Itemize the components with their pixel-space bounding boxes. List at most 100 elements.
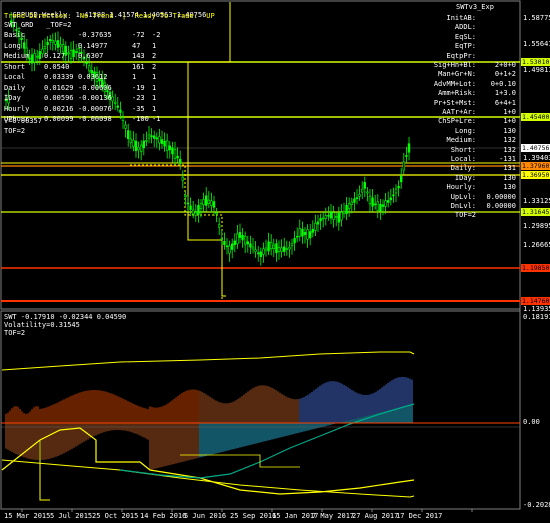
swt-row-label: IDay [4, 94, 21, 102]
candle-body [236, 233, 239, 245]
candle-body [207, 199, 210, 204]
swt-row-label: Basic [4, 31, 26, 39]
candle-body [269, 242, 273, 250]
candle-body [72, 49, 75, 57]
swt-row-v3: -72 [132, 31, 145, 39]
swt-row-label: Hourly [4, 104, 30, 113]
sub-axis-top: 0.18191 [523, 313, 550, 321]
price-level-tag: 1.53010 [521, 58, 550, 66]
candle-body [119, 109, 122, 113]
swt-row-v2: 0.14977 [78, 41, 108, 50]
trend-step-line [187, 2, 231, 297]
swt-row-v3: 143 [132, 52, 145, 60]
candle-body [189, 205, 192, 210]
candle-body [134, 140, 138, 152]
candle-body [306, 229, 309, 240]
price-level-tag: 1.31645 [521, 208, 550, 216]
swt-row-v2: -0.00136 [78, 94, 112, 102]
swt-row-label: Local [4, 73, 26, 81]
candle-body [267, 241, 270, 252]
candle-body [75, 51, 78, 53]
time-axis-label: 7 May 2017 [312, 512, 355, 520]
candle-body [282, 246, 286, 252]
price-level-tag: 1.37960 [521, 162, 550, 170]
volume-line: V=0.00357 [4, 117, 42, 125]
panel-value: 130 [503, 126, 516, 135]
swt-row-v2: 0.03612 [78, 73, 108, 81]
candle-body [345, 204, 348, 214]
candle-body [262, 248, 265, 255]
candle-body [324, 215, 327, 219]
candle-body [35, 55, 39, 58]
candle-body [56, 40, 60, 48]
panel-label: Pr+St+Mst: [433, 98, 476, 107]
panel-label: EqTP: [454, 42, 476, 51]
panel-label: Short: [450, 145, 476, 154]
candle-body [181, 176, 184, 181]
volatility-label: Volatility=0.31545 [4, 321, 80, 329]
swt-row-v3: -19 [132, 83, 145, 92]
swt-row-label: Medium [4, 52, 30, 60]
swt-row-v1: 0.00216 [44, 104, 74, 113]
price-level-tag: 1.14760 [521, 297, 550, 305]
panel-label: Medium: [446, 136, 476, 145]
candle-body [256, 252, 260, 255]
candle-body [140, 144, 143, 152]
candle-body [340, 212, 343, 221]
candle-body [215, 212, 218, 215]
candle-body [176, 155, 179, 159]
candle-body [405, 155, 408, 157]
candle-body [314, 223, 317, 231]
candle-body [223, 241, 226, 245]
candle-body [392, 194, 395, 197]
candle-body [192, 209, 195, 215]
price-level-tag: 1.40756 [521, 144, 550, 152]
candle-body [251, 246, 255, 250]
swt-row-v4: 1 [152, 94, 157, 102]
panel-label: Man+Gr+N: [438, 70, 476, 79]
candle-body [277, 247, 281, 252]
panel-value: 1+0 [503, 117, 516, 126]
candle-body [85, 62, 88, 65]
candle-body [199, 203, 203, 209]
panel-label: DnLvl: [450, 202, 476, 210]
swt-row-v4: 2 [152, 52, 157, 60]
panel-label: ChSP+Lre: [438, 117, 476, 126]
candle-body [402, 161, 405, 171]
swt-row-v4: 1 [152, 104, 157, 113]
swt-row-v3: -23 [132, 94, 145, 102]
swt-row-label: Long [4, 41, 21, 50]
candle-body [33, 53, 36, 63]
time-axis-label: 15 Mar 2015 [4, 512, 51, 520]
time-axis-label: 25 Sep 2016 [230, 512, 277, 520]
sub-window-title: SWT -0.17910 -0.02344 0.04590 [4, 313, 127, 321]
swt-row-v3: -100 [132, 115, 149, 123]
panel-value: 132 [503, 145, 516, 154]
candle-body [327, 215, 330, 217]
candle-body [285, 248, 288, 250]
panel-value: 2+0+0 [494, 61, 516, 69]
candle-body [153, 135, 156, 139]
candle-body [114, 101, 117, 104]
candle-body [311, 228, 314, 233]
panel-value: 0+1+2 [494, 70, 516, 79]
candle-body [342, 211, 346, 215]
candle-body [376, 201, 379, 211]
candle-body [334, 216, 338, 218]
candle-body [69, 50, 73, 59]
time-axis-label: 5 Jul 2015 [50, 512, 93, 520]
sub-axis-zero: 0.00 [523, 418, 540, 426]
candle-body [220, 238, 223, 240]
candle-body [43, 46, 47, 49]
candle-body [88, 65, 91, 72]
panel-value: 6+4+1 [494, 98, 516, 107]
time-axis-label: 27 Aug 2017 [352, 512, 399, 520]
candle-body [368, 195, 372, 205]
candle-body [360, 188, 364, 193]
time-axis-label: 5 Jun 2016 [184, 512, 227, 520]
candle-body [244, 235, 247, 245]
swt-lower-band [1, 459, 415, 498]
candle-body [111, 96, 114, 102]
panel-value: 0+0.10 [490, 79, 516, 88]
panel-label: TOF=2 [454, 211, 476, 220]
